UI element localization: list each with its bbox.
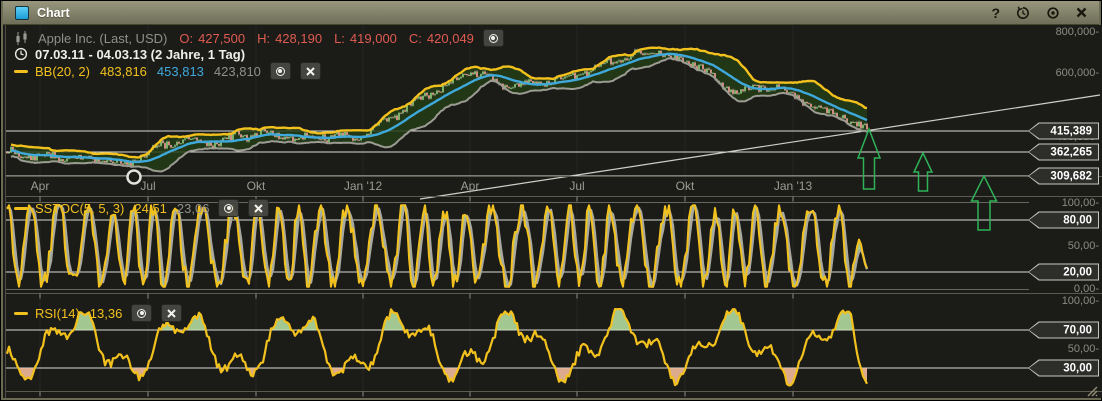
bb-middle-value: 453,813 [156,63,204,79]
instrument-legend[interactable]: Apple Inc. (Last, USD) O: 427,500 H: 428,19… [14,29,504,47]
price-axis-label: 600,000- [1055,67,1099,79]
target-icon [1047,6,1059,19]
visibility-icon [224,203,234,213]
help-button[interactable]: ? [991,6,1000,20]
history-button[interactable] [1016,5,1030,20]
indicator-level-tag: 80,00 [1028,211,1099,229]
ohlc-open-value: 427,500 [198,30,246,46]
bb-name: BB(20, 2) [35,63,90,79]
visibility-toggle-button[interactable] [269,62,291,80]
price-axis-label: 800,000- [1055,26,1099,38]
rsi-name: RSI(14) [35,305,80,321]
price-line-tag: 415,389 [1028,122,1099,140]
rsi-line-icon [14,311,28,315]
rsi-legend[interactable]: RSI(14) 13,36 [14,304,183,322]
candlestick-icon [16,30,27,45]
ohlc-close-value: 420,049 [426,30,474,46]
bb-lower-value: 423,810 [213,63,261,79]
price-axis[interactable]: 800,000-600,000-400,000-100,00-50,00-0,0… [1025,25,1102,398]
remove-indicator-button[interactable] [161,304,183,322]
close-icon [167,308,177,318]
ohlc-low-label: L: [334,30,345,46]
sstoc-line-icon [14,206,28,210]
time-axis-label: Jan '12 [343,179,383,193]
ohlc-values: O: 427,500 H: 428,190 L: 419,000 C: 420,049 [167,31,474,46]
ohlc-open-label: O: [179,30,194,46]
close-button[interactable] [1076,7,1087,18]
bb-line-icon [14,69,28,73]
chart-area[interactable]: Apple Inc. (Last, USD) O: 427,500 H: 428,19… [5,25,1102,398]
time-axis-label: Apr [30,179,50,193]
time-axis-label: Okt [246,179,266,193]
ohlc-high-value: 428,190 [275,30,323,46]
visibility-icon [488,33,498,43]
time-axis-label: Jul [569,179,585,193]
time-axis-label: Jul [140,179,156,193]
time-axis-label: Apr [460,179,480,193]
visibility-icon [137,308,147,318]
indicator-level-tag: 20,00 [1028,263,1099,281]
ohlc-close-label: C: [408,30,422,46]
resize-grip[interactable] [1085,384,1098,397]
price-line-tag: 362,265 [1028,143,1099,161]
remove-indicator-button[interactable] [248,199,270,217]
visibility-toggle-button[interactable] [218,199,240,217]
time-axis[interactable]: Apr Jul Okt Jan '12 Apr Jul Okt Jan '13 [6,177,1025,197]
chart-window: Chart ? Apple Inc. (Last, USD) O: 427,50… [1,1,1102,400]
clock-icon [14,47,28,61]
period-legend: 07.03.11 - 04.03.13 (2 Jahre, 1 Tag) [14,46,245,62]
rsi-axis-label: 100,00- [1061,295,1099,307]
titlebar[interactable]: Chart ? [3,1,1099,25]
price-line-tag: 309,682 [1028,167,1099,185]
visibility-icon [275,66,285,76]
sstoc-name: SSTOC(5, 5, 3) [35,200,125,216]
indicator-level-tag: 30,00 [1028,359,1099,377]
time-axis-label: Okt [675,179,695,193]
close-icon [306,66,315,76]
bb-upper-value: 483,816 [99,63,147,79]
close-icon [254,203,264,213]
sstoc-axis-label: 0,00- [1073,283,1099,295]
rsi-axis-label: 50,00- [1067,343,1099,355]
sstoc-legend[interactable]: SSTOC(5, 5, 3) 24,51 23,06 [14,199,270,217]
crosshair-button[interactable] [1046,6,1060,20]
visibility-toggle-button[interactable] [482,29,504,47]
sstoc-axis-label: 50,00- [1067,240,1099,252]
sstoc-signal-value: 23,06 [176,200,210,216]
period-text: 07.03.11 - 04.03.13 (2 Jahre, 1 Tag) [35,46,246,62]
chart-app-icon [15,5,29,20]
ohlc-high-label: H: [257,30,271,46]
bb-legend[interactable]: BB(20, 2) 483,816 453,813 423,810 [14,62,321,80]
remove-indicator-button[interactable] [299,62,321,80]
time-axis-label: Jan '13 [773,179,813,193]
window-title: Chart [37,5,70,20]
instrument-name: Apple Inc. (Last, USD) [38,30,168,46]
close-icon [1076,7,1087,18]
visibility-toggle-button[interactable] [131,304,153,322]
sstoc-axis-label: 100,00- [1061,197,1099,209]
sstoc-value: 24,51 [134,200,167,216]
rsi-value: 13,36 [89,305,123,321]
history-icon [1016,5,1029,19]
indicator-level-tag: 70,00 [1028,321,1099,339]
ohlc-low-value: 419,000 [349,30,397,46]
sstoc-pane[interactable] [6,204,869,288]
